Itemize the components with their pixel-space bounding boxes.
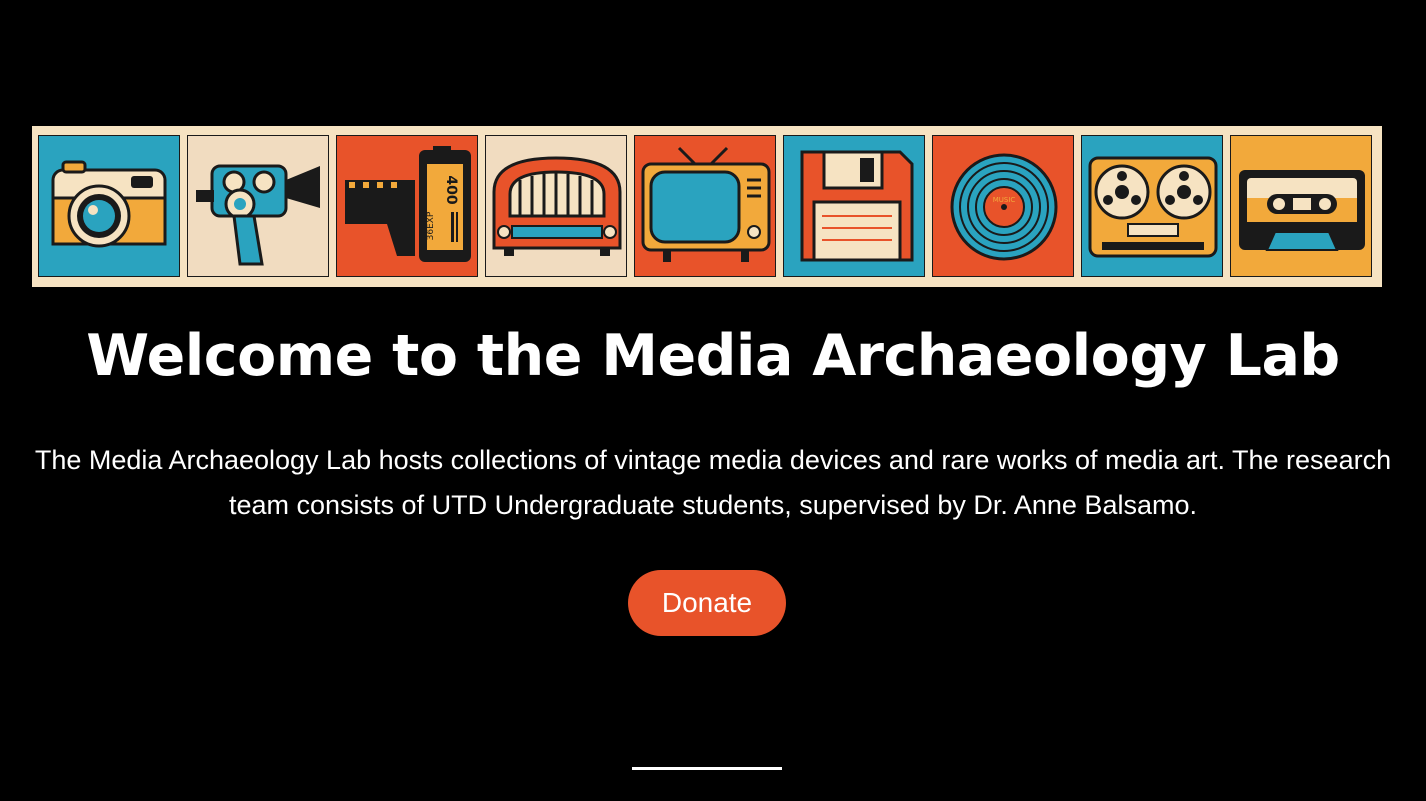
record-label-text: MUSIC bbox=[993, 196, 1016, 204]
reel-to-reel-icon bbox=[1088, 156, 1218, 258]
camera-tile bbox=[38, 135, 180, 277]
vinyl-record-icon: MUSIC bbox=[950, 153, 1058, 261]
cassette-tape-tile bbox=[1230, 135, 1372, 277]
movie-camera-tile bbox=[187, 135, 329, 277]
movie-camera-icon bbox=[196, 164, 320, 266]
floppy-disk-icon bbox=[800, 150, 914, 262]
cassette-tape-icon bbox=[1239, 170, 1365, 251]
vinyl-record-tile: MUSIC bbox=[932, 135, 1074, 277]
retro-media-banner: 400 36EXP MUSIC bbox=[32, 126, 1382, 287]
film-roll-icon: 400 36EXP bbox=[345, 146, 471, 262]
film-roll-tile: 400 36EXP bbox=[336, 135, 478, 277]
film-speed-label: 400 bbox=[443, 175, 459, 204]
radio-icon bbox=[492, 156, 622, 256]
television-icon bbox=[641, 146, 771, 262]
reel-to-reel-tile bbox=[1081, 135, 1223, 277]
page-title: Welcome to the Media Archaeology Lab bbox=[86, 323, 1340, 389]
television-tile bbox=[634, 135, 776, 277]
floppy-disk-tile bbox=[783, 135, 925, 277]
radio-tile bbox=[485, 135, 627, 277]
lab-description: The Media Archaeology Lab hosts collecti… bbox=[34, 445, 1392, 520]
film-exp-label: 36EXP bbox=[426, 211, 436, 240]
section-divider bbox=[632, 767, 782, 770]
camera-icon bbox=[51, 160, 167, 248]
donate-button[interactable]: Donate bbox=[628, 570, 786, 636]
